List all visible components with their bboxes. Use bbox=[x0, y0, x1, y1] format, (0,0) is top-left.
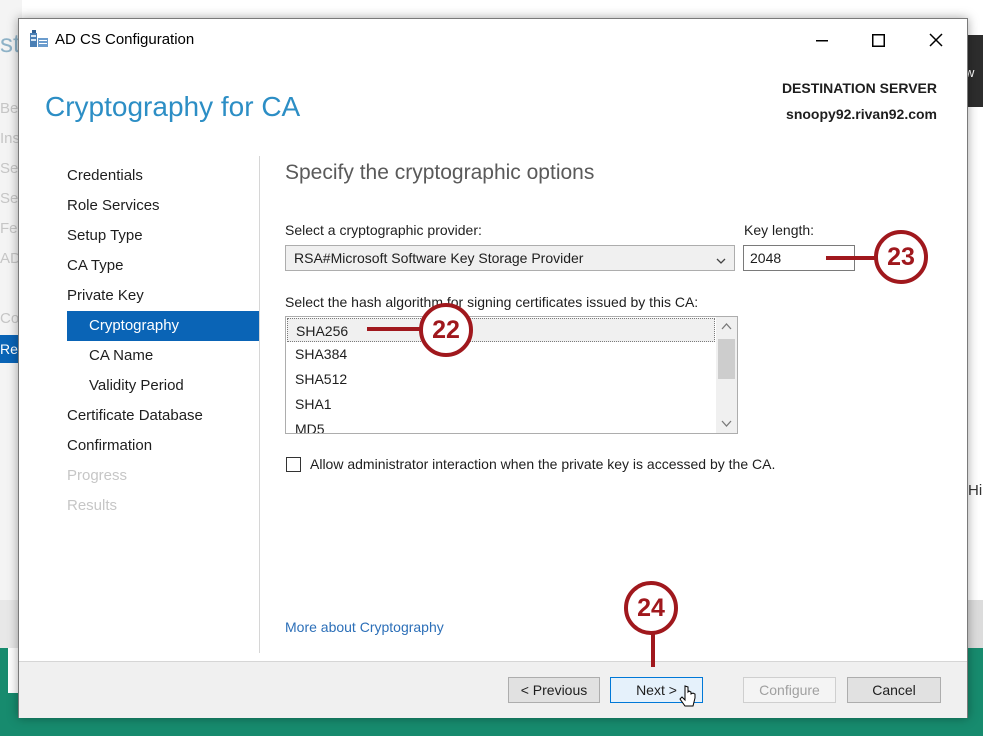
scroll-down-icon[interactable] bbox=[716, 413, 737, 433]
nav-item-cryptography[interactable]: Cryptography bbox=[67, 311, 259, 341]
nav-item-role-services[interactable]: Role Services bbox=[67, 191, 259, 221]
background-nav-fragment: Fe bbox=[0, 220, 18, 237]
callout-24-line bbox=[651, 632, 655, 667]
nav-item-progress: Progress bbox=[67, 467, 128, 484]
background-nav-fragment: Be bbox=[0, 100, 19, 117]
nav-item-certificate-database[interactable]: Certificate Database bbox=[67, 401, 259, 431]
background-nav-fragment: AD bbox=[0, 250, 20, 267]
allow-admin-checkbox[interactable] bbox=[286, 457, 301, 472]
close-icon bbox=[929, 33, 943, 47]
callout-22-line bbox=[367, 327, 423, 331]
hash-list-scrollbar[interactable] bbox=[716, 317, 737, 433]
close-button[interactable] bbox=[913, 25, 959, 55]
hash-option-md5[interactable]: MD5 bbox=[287, 417, 715, 433]
configure-button: Configure bbox=[743, 677, 836, 703]
nav-item-results: Results bbox=[67, 497, 118, 514]
cancel-button[interactable]: Cancel bbox=[847, 677, 941, 703]
scrollbar-thumb[interactable] bbox=[718, 339, 735, 379]
section-title: Specify the cryptographic options bbox=[285, 161, 595, 184]
background-title-fragment: st bbox=[0, 28, 20, 58]
callout-24-badge: 24 bbox=[624, 581, 678, 635]
ad-cs-configuration-dialog: AD CS Configuration Cryptography for CA … bbox=[18, 18, 968, 718]
hash-option-sha256[interactable]: SHA256 bbox=[287, 318, 715, 342]
maximize-icon bbox=[871, 33, 885, 47]
wizard-navigation: Credentials Role Services Setup Type CA … bbox=[67, 161, 259, 521]
mouse-cursor-icon bbox=[679, 684, 697, 715]
key-length-value: 2048 bbox=[750, 250, 782, 266]
callout-23-badge: 23 bbox=[874, 230, 928, 284]
server-app-icon bbox=[29, 30, 49, 48]
nav-divider bbox=[259, 156, 260, 653]
provider-select[interactable]: RSA#Microsoft Software Key Storage Provi… bbox=[285, 245, 735, 271]
key-length-label: Key length: bbox=[744, 222, 815, 238]
minimize-icon bbox=[816, 34, 828, 46]
background-right-text: Hi bbox=[968, 482, 983, 499]
nav-item-private-key[interactable]: Private Key bbox=[67, 281, 259, 311]
callout-23-line bbox=[826, 256, 878, 260]
nav-item-ca-name[interactable]: CA Name bbox=[67, 341, 259, 371]
background-nav-fragment: Se bbox=[0, 160, 19, 177]
nav-item-credentials[interactable]: Credentials bbox=[67, 161, 259, 191]
background-nav-fragment: Co bbox=[0, 310, 20, 327]
window-title: AD CS Configuration bbox=[55, 31, 195, 48]
chevron-down-icon bbox=[716, 253, 726, 264]
callout-22-badge: 22 bbox=[419, 303, 473, 357]
nav-item-ca-type[interactable]: CA Type bbox=[67, 251, 259, 281]
destination-server-label: DESTINATION SERVER bbox=[781, 80, 937, 96]
nav-item-setup-type[interactable]: Setup Type bbox=[67, 221, 259, 251]
hash-option-sha1[interactable]: SHA1 bbox=[287, 392, 715, 416]
provider-select-value: RSA#Microsoft Software Key Storage Provi… bbox=[294, 250, 584, 266]
previous-button[interactable]: < Previous bbox=[508, 677, 600, 703]
destination-server-name: snoopy92.rivan92.com bbox=[786, 106, 937, 122]
hash-option-sha384[interactable]: SHA384 bbox=[287, 342, 715, 366]
minimize-button[interactable] bbox=[799, 25, 845, 55]
scroll-up-icon[interactable] bbox=[716, 317, 737, 337]
background-nav-fragment: Ins bbox=[0, 130, 20, 147]
background-nav-selected: Re bbox=[0, 335, 20, 363]
more-about-cryptography-link[interactable]: More about Cryptography bbox=[285, 619, 444, 635]
hash-option-sha512[interactable]: SHA512 bbox=[287, 367, 715, 391]
background-nav-fragment: Se bbox=[0, 190, 19, 207]
title-bar[interactable]: AD CS Configuration bbox=[19, 19, 967, 59]
hash-algorithm-list[interactable]: SHA256 SHA384 SHA512 SHA1 MD5 bbox=[285, 316, 738, 434]
provider-label: Select a cryptographic provider: bbox=[285, 222, 482, 238]
nav-item-confirmation[interactable]: Confirmation bbox=[67, 431, 259, 461]
hash-algorithm-label: Select the hash algorithm for signing ce… bbox=[285, 294, 699, 310]
nav-item-validity-period[interactable]: Validity Period bbox=[67, 371, 259, 401]
page-title: Cryptography for CA bbox=[45, 91, 301, 122]
allow-admin-label[interactable]: Allow administrator interaction when the… bbox=[310, 456, 775, 472]
maximize-button[interactable] bbox=[855, 25, 901, 55]
